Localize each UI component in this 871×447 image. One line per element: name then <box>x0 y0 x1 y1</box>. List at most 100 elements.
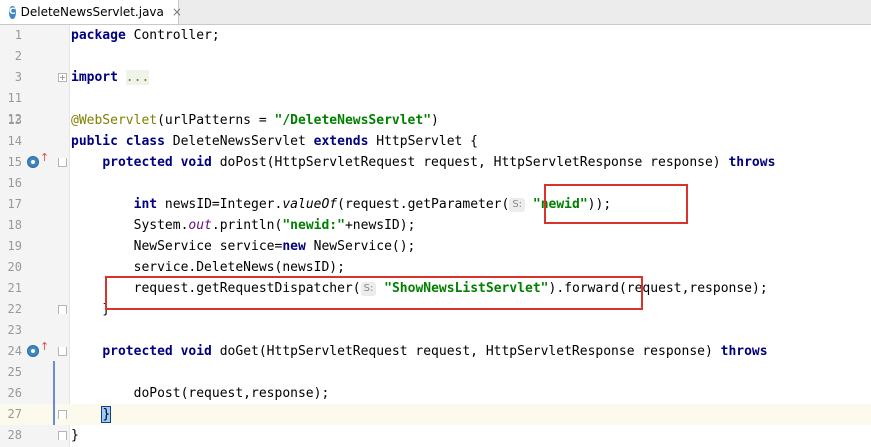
code-text[interactable]: protected void doGet(HttpServletRequest … <box>71 341 768 362</box>
code-text[interactable]: public class DeleteNewsServlet extends H… <box>71 131 478 152</box>
code-text[interactable]: } <box>71 404 112 425</box>
code-line[interactable]: 14 public class DeleteNewsServlet extend… <box>0 131 871 152</box>
fold-end-icon[interactable] <box>58 410 67 419</box>
code-token: NewService(); <box>305 239 416 254</box>
code-line[interactable]: 24 protected void doGet(HttpServletReque… <box>0 341 871 362</box>
code-line[interactable]: 18 System.out.println("newid:"+newsID); <box>0 215 871 236</box>
line-number: 17 <box>7 197 22 211</box>
keyword: protected void <box>102 344 212 359</box>
code-text[interactable]: import ... <box>71 67 150 88</box>
line-number: 15 <box>7 155 22 169</box>
fold-expand-icon[interactable]: + <box>58 73 67 82</box>
line-number: 2 <box>14 49 22 63</box>
file-tab-label: DeleteNewsServlet.java <box>20 5 164 19</box>
code-line[interactable]: 23 <box>0 320 871 341</box>
code-token: .println( <box>211 218 283 233</box>
code-token: ) <box>431 113 439 128</box>
annotation: @WebServlet <box>71 113 158 128</box>
highlight-box-dispatcher <box>105 276 643 310</box>
code-token: Controller; <box>125 28 220 43</box>
code-text[interactable]: } <box>71 425 79 446</box>
code-text[interactable]: NewService service=new NewService(); <box>71 236 416 257</box>
code-token: (request.getParameter( <box>337 197 510 212</box>
code-text[interactable]: System.out.println("newid:"+newsID); <box>71 215 416 236</box>
keyword: protected void <box>102 155 212 170</box>
keyword: extends <box>313 134 369 149</box>
fold-collapse-icon[interactable] <box>58 158 67 167</box>
line-number: 20 <box>7 260 22 274</box>
code-line[interactable]: 26 doPost(request,response); <box>0 383 871 404</box>
code-text[interactable]: service.DeleteNews(newsID); <box>71 257 345 278</box>
string-literal: "newid:" <box>282 218 345 233</box>
keyword: package <box>71 28 126 43</box>
line-number: 24 <box>7 344 22 358</box>
code-line[interactable]: 19 NewService service=new NewService(); <box>0 236 871 257</box>
override-method-icon[interactable] <box>27 345 39 357</box>
matched-brace: } <box>101 406 112 423</box>
string-literal: "/DeleteNewsServlet" <box>274 113 432 128</box>
line-number: 18 <box>7 218 22 232</box>
line-number: 25 <box>7 365 22 379</box>
code-token: System. <box>71 218 189 233</box>
keyword: new <box>282 239 306 254</box>
line-number: 11 <box>7 91 22 105</box>
highlight-box-newid <box>544 184 688 224</box>
line-number: 1 <box>14 28 22 42</box>
keyword: import <box>71 70 118 85</box>
code-line[interactable]: 1 package Controller; <box>0 25 871 46</box>
line-number: 28 <box>7 428 22 442</box>
code-text[interactable]: int newsID=Integer.valueOf(request.getPa… <box>71 194 612 215</box>
line-number: 3 <box>14 70 22 84</box>
code-text[interactable]: doPost(request,response); <box>71 383 330 404</box>
line-number: 27 <box>7 407 22 421</box>
close-icon[interactable]: × <box>172 5 182 19</box>
code-line[interactable]: 11 <box>0 88 871 109</box>
keyword: throws <box>720 344 768 359</box>
override-method-icon[interactable] <box>27 156 39 168</box>
line-number: 13 <box>7 113 22 127</box>
code-line[interactable]: 16 <box>0 173 871 194</box>
parameter-hint: S: <box>509 197 526 212</box>
line-number: 22 <box>7 302 22 316</box>
code-line[interactable]: 13 @WebServlet(urlPatterns = "/DeleteNew… <box>0 110 871 131</box>
code-token: +newsID); <box>344 218 416 233</box>
fold-collapse-icon[interactable] <box>58 347 67 356</box>
code-line[interactable]: 15 protected void doPost(HttpServletRequ… <box>0 152 871 173</box>
code-line[interactable]: 25 <box>0 362 871 383</box>
code-text[interactable]: protected void doPost(HttpServletRequest… <box>71 152 775 173</box>
static-field: out <box>188 218 212 233</box>
code-text[interactable]: package Controller; <box>71 25 220 46</box>
code-line[interactable]: 27 } <box>0 404 871 425</box>
code-token: doPost(HttpServletRequest request, HttpS… <box>211 155 729 170</box>
code-token: NewService service= <box>71 239 283 254</box>
line-number: 21 <box>7 281 22 295</box>
line-number: 14 <box>7 134 22 148</box>
override-arrow-icon: ↑ <box>40 151 50 164</box>
keyword: int <box>133 197 158 212</box>
fold-end-icon[interactable] <box>58 305 67 314</box>
keyword: throws <box>728 155 776 170</box>
file-tab[interactable]: C DeleteNewsServlet.java × <box>0 0 182 24</box>
code-token: newsID=Integer. <box>157 197 283 212</box>
code-token: DeleteNewsServlet <box>164 134 314 149</box>
code-line[interactable]: 20 service.DeleteNews(newsID); <box>0 257 871 278</box>
folded-imports[interactable]: ... <box>125 70 150 85</box>
code-token: HttpServlet { <box>368 134 479 149</box>
line-number: 23 <box>7 323 22 337</box>
line-number: 26 <box>7 386 22 400</box>
editor-tab-bar: C DeleteNewsServlet.java × <box>0 0 871 25</box>
code-token: doGet(HttpServletRequest request, HttpSe… <box>211 344 721 359</box>
line-number: 16 <box>7 176 22 190</box>
scope-indicator <box>53 361 55 425</box>
code-line[interactable]: 17 int newsID=Integer.valueOf(request.ge… <box>0 194 871 215</box>
fold-end-icon[interactable] <box>58 431 67 440</box>
code-line[interactable]: 3 import ... <box>0 67 871 88</box>
code-line[interactable]: 2 <box>0 46 871 67</box>
code-line[interactable]: 28 } <box>0 425 871 446</box>
code-text[interactable]: @WebServlet(urlPatterns = "/DeleteNewsSe… <box>71 110 439 131</box>
line-number: 19 <box>7 239 22 253</box>
